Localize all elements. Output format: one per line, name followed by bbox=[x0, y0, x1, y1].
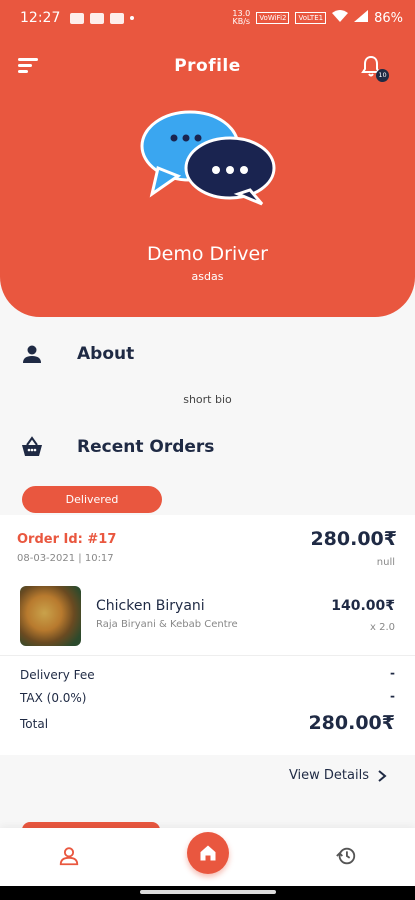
grand-total: 280.00₹ bbox=[308, 712, 395, 734]
divider bbox=[0, 655, 415, 656]
avatar bbox=[138, 106, 278, 206]
bottom-nav bbox=[0, 828, 415, 886]
status-badge: Delivered bbox=[22, 486, 162, 513]
item-name: Chicken Biryani bbox=[96, 598, 205, 614]
item-restaurant: Raja Biryani & Kebab Centre bbox=[96, 619, 238, 630]
notification-icons bbox=[70, 12, 135, 24]
home-icon bbox=[200, 845, 216, 861]
recent-orders-title: Recent Orders bbox=[77, 437, 215, 457]
notifications-button[interactable]: 10 bbox=[359, 54, 389, 82]
driver-name: Demo Driver bbox=[147, 243, 268, 265]
history-icon bbox=[336, 847, 356, 865]
person-icon bbox=[59, 847, 79, 866]
instagram-icon bbox=[110, 12, 125, 24]
recent-orders-header: Recent Orders bbox=[20, 435, 214, 459]
nav-home[interactable] bbox=[187, 832, 229, 874]
order-id: Order Id: #17 bbox=[17, 532, 117, 547]
about-section-header: About bbox=[20, 342, 134, 366]
page-title: Profile bbox=[174, 56, 241, 76]
bio-text: short bio bbox=[183, 393, 232, 406]
order-date: 08-03-2021 | 10:17 bbox=[17, 553, 114, 564]
person-icon bbox=[23, 345, 41, 363]
view-details-link[interactable]: View Details bbox=[289, 768, 387, 783]
wifi-icon bbox=[332, 10, 349, 26]
about-title: About bbox=[77, 344, 135, 364]
notification-badge: 10 bbox=[376, 69, 389, 82]
youtube-icon bbox=[70, 12, 85, 24]
nav-history[interactable] bbox=[335, 845, 357, 867]
home-indicator[interactable] bbox=[140, 890, 276, 894]
delivery-fee-label: Delivery Fee bbox=[20, 668, 95, 682]
total-label: Total bbox=[20, 717, 49, 731]
delivery-fee-value: - bbox=[390, 666, 395, 680]
gesture-bar bbox=[0, 886, 415, 900]
item-image bbox=[20, 586, 81, 646]
profile-header: Profile 10 Demo Driver asdas bbox=[0, 36, 415, 317]
item-quantity: x 2.0 bbox=[370, 622, 395, 633]
driver-subtitle: asdas bbox=[191, 270, 224, 283]
basket-icon bbox=[22, 436, 42, 456]
order-card[interactable]: Order Id: #17 08-03-2021 | 10:17 280.00₹… bbox=[0, 515, 415, 755]
status-bar: 12:27 13.0 KB/s VoWiFi2 VoLTE1 86% bbox=[0, 0, 415, 36]
more-dot-icon bbox=[130, 16, 135, 20]
sim1-label: VoWiFi2 bbox=[256, 12, 290, 24]
chat-bubbles-icon bbox=[140, 110, 276, 206]
order-total: 280.00₹ bbox=[310, 528, 397, 550]
order-total-sub: null bbox=[376, 557, 395, 568]
nav-profile[interactable] bbox=[58, 845, 80, 867]
tax-value: - bbox=[390, 689, 395, 703]
view-details-label: View Details bbox=[288, 768, 369, 783]
youtube-icon bbox=[90, 12, 105, 24]
battery-percent: 86% bbox=[374, 10, 403, 26]
status-right: 13.0 KB/s VoWiFi2 VoLTE1 86% bbox=[232, 10, 403, 26]
status-time: 12:27 bbox=[20, 10, 61, 26]
tax-label: TAX (0.0%) bbox=[20, 691, 87, 705]
item-price: 140.00₹ bbox=[331, 598, 395, 614]
sim2-label: VoLTE1 bbox=[295, 12, 327, 24]
signal-icon bbox=[354, 10, 369, 26]
network-speed: 13.0 KB/s bbox=[232, 9, 251, 26]
chevron-right-icon bbox=[378, 769, 387, 782]
